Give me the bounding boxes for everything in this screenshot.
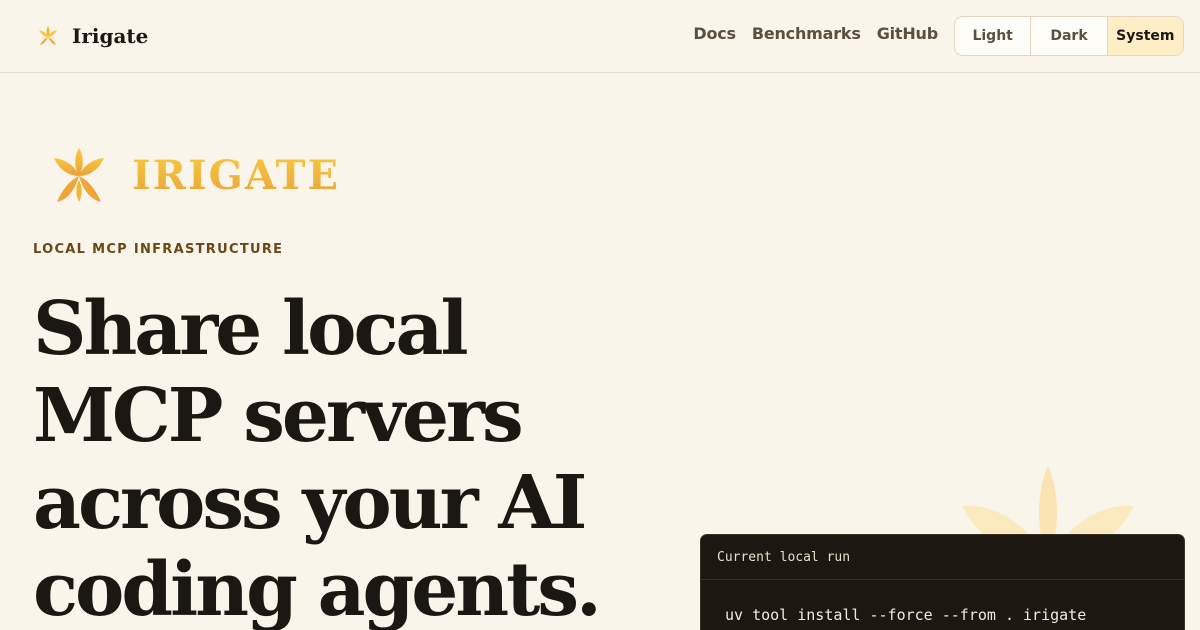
headline-line: Share local	[33, 286, 469, 372]
brand-home-link[interactable]: Irigate	[36, 24, 148, 48]
theme-switcher: Light Dark System	[954, 16, 1184, 56]
top-nav: Docs Benchmarks GitHub	[693, 24, 938, 43]
nav-link-docs[interactable]: Docs	[693, 24, 736, 43]
hero-wordmark: IRIGATE	[132, 151, 340, 199]
hero-headline: Share local MCP servers across your AI c…	[33, 286, 673, 630]
terminal-title: Current local run	[701, 535, 1184, 580]
lotus-icon	[39, 26, 57, 45]
headline-line: across your AI	[33, 460, 587, 546]
hero-eyebrow: LOCAL MCP INFRASTRUCTURE	[33, 242, 284, 257]
theme-option-light[interactable]: Light	[955, 17, 1032, 55]
site-header: Irigate Docs Benchmarks GitHub Light Dar…	[0, 0, 1200, 73]
landing-page: Irigate Docs Benchmarks GitHub Light Dar…	[0, 0, 1200, 630]
nav-link-github[interactable]: GitHub	[877, 24, 939, 43]
nav-link-benchmarks[interactable]: Benchmarks	[752, 24, 861, 43]
hero-logo: IRIGATE	[52, 146, 340, 204]
headline-line: coding agents.	[33, 547, 602, 630]
theme-option-system[interactable]: System	[1107, 17, 1183, 55]
terminal-command[interactable]: uv tool install --force --from . irigate	[701, 580, 1184, 624]
headline-line: MCP servers	[33, 373, 524, 459]
lotus-logo-icon	[54, 148, 104, 202]
theme-option-dark[interactable]: Dark	[1031, 17, 1108, 55]
brand-name: Irigate	[72, 24, 149, 48]
terminal-panel: Current local run uv tool install --forc…	[700, 534, 1185, 630]
